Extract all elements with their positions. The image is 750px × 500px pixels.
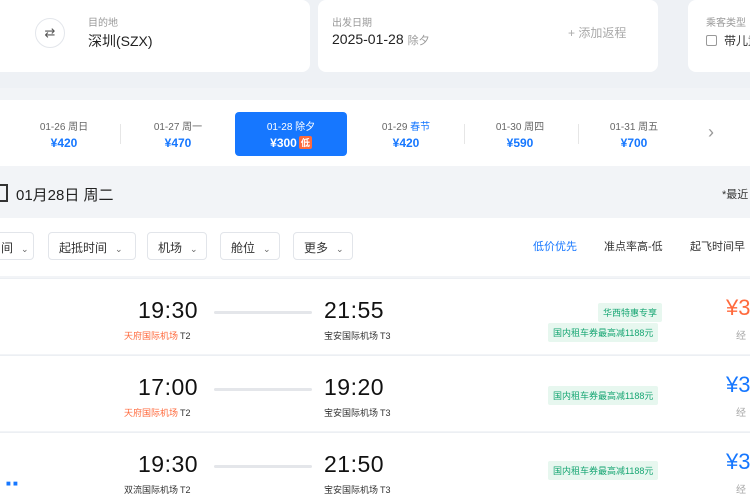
day-header: 01月28日 周二 *最近 <box>0 166 750 218</box>
promo-tag: 国内租车券最高减1188元 <box>548 323 659 342</box>
sort-lowest-price[interactable]: 低价优先 <box>533 238 577 254</box>
filter-cabin[interactable]: 舱位 ⌄ <box>220 232 280 260</box>
child-checkbox-label: 带儿童 <box>724 34 750 48</box>
flight-row[interactable]: 17:00 天府国际机场 T2 19:20 宝安国际机场 T3 国内租车券最高减11… <box>0 355 750 431</box>
departure-date-label: 出发日期 <box>332 18 372 29</box>
child-checkbox[interactable] <box>706 35 717 46</box>
promo-tag: 国内租车券最高减1188元 <box>548 461 659 480</box>
flight-price: ¥3 <box>726 295 750 320</box>
date-price: ¥420 <box>50 136 78 150</box>
date-price: ¥420 <box>392 136 420 150</box>
date-item[interactable]: 01-31 周五 ¥700 <box>578 112 690 156</box>
sort-departure-time[interactable]: 起飞时间早 <box>690 238 745 254</box>
departure-airport: 天府国际机场 T2 <box>124 408 191 418</box>
date-item[interactable]: 01-29 春节 ¥420 <box>350 112 462 156</box>
promo-tag: 国内租车券最高减1188元 <box>548 386 659 405</box>
sort-punctuality[interactable]: 准点率高-低 <box>604 238 663 254</box>
passenger-type-label: 乘客类型 <box>706 18 746 29</box>
amenity-icon: ■ ■ <box>6 479 18 488</box>
low-price-badge: 低 <box>298 136 312 149</box>
flight-price: ¥3 <box>726 372 750 397</box>
destination-label: 目的地 <box>88 18 118 29</box>
date-price: ¥470 <box>164 136 192 150</box>
cabin-class: 经 <box>736 331 746 342</box>
departure-date-field[interactable]: 出发日期 2025-01-28 除夕 + 添加返程 <box>318 0 658 72</box>
filter-bar: 间 ⌄ 起抵时间 ⌄ 机场 ⌄ 舱位 ⌄ 更多 ⌄ 低价优先 准点率高-低 起飞时间早 <box>0 218 750 276</box>
flight-row[interactable]: ■ ■ 19:30 双流国际机场 T2 21:50 宝安国际机场 T3 国内租车券最… <box>0 432 750 500</box>
destination-field[interactable]: ⇄ 目的地 深圳(SZX) <box>0 0 310 72</box>
flight-price: ¥3 <box>726 449 750 474</box>
filter-time[interactable]: 间 ⌄ <box>0 232 34 260</box>
arrival-airport: 宝安国际机场 T3 <box>324 408 391 418</box>
date-item[interactable]: 01-30 周四 ¥590 <box>464 112 576 156</box>
cabin-class: 经 <box>736 408 746 419</box>
departure-airport: 双流国际机场 T2 <box>124 485 191 495</box>
destination-value: 深圳(SZX) <box>88 33 153 49</box>
chevron-down-icon: ⌄ <box>115 244 123 254</box>
departure-airport: 天府国际机场 T2 <box>124 331 191 341</box>
date-price: ¥300 低 <box>270 136 312 150</box>
add-return-button[interactable]: + 添加返程 <box>568 24 626 41</box>
departure-time: 19:30 <box>138 451 199 477</box>
date-weekday: 除夕 <box>407 35 430 47</box>
chevron-down-icon: ⌄ <box>263 244 271 254</box>
chevron-down-icon: ⌄ <box>190 244 198 254</box>
date-price: ¥700 <box>620 136 648 150</box>
date-selector: 01-26 周日 ¥420 01-27 周一 ¥470 01-28 除夕 ¥30… <box>0 100 750 166</box>
day-title: 01月28日 周二 <box>16 187 114 204</box>
calendar-icon[interactable] <box>0 184 8 202</box>
arrival-time: 19:20 <box>324 374 385 400</box>
chevron-down-icon: ⌄ <box>336 244 344 254</box>
promo-tag: 华西特惠专享 <box>598 303 663 322</box>
date-item[interactable]: 01-27 周一 ¥470 <box>122 112 234 156</box>
departure-date-value: 2025-01-28 除夕 <box>332 31 430 47</box>
passenger-type-field: 乘客类型 带儿童 <box>688 0 750 72</box>
arrival-time: 21:55 <box>324 297 385 323</box>
swap-icon[interactable]: ⇄ <box>35 18 65 48</box>
departure-time: 17:00 <box>138 374 199 400</box>
date-price: ¥590 <box>506 136 534 150</box>
date-item-selected[interactable]: 01-28 除夕 ¥300 低 <box>235 112 347 156</box>
flight-row[interactable]: 19:30 天府国际机场 T2 21:55 宝安国际机场 T3 华西特惠专享 国内租… <box>0 278 750 354</box>
route-line <box>214 311 312 314</box>
arrival-airport: 宝安国际机场 T3 <box>324 485 391 495</box>
departure-time: 19:30 <box>138 297 199 323</box>
arrival-time: 21:50 <box>324 451 385 477</box>
arrival-airport: 宝安国际机场 T3 <box>324 331 391 341</box>
day-header-note: *最近 <box>722 189 749 201</box>
divider <box>120 124 121 144</box>
filter-more[interactable]: 更多 ⌄ <box>293 232 353 260</box>
chevron-down-icon: ⌄ <box>21 244 29 254</box>
route-line <box>214 465 312 468</box>
cabin-class: 经 <box>736 485 746 496</box>
date-item[interactable]: 01-26 周日 ¥420 <box>8 112 120 156</box>
filter-dep-arr-time[interactable]: 起抵时间 ⌄ <box>48 232 136 260</box>
route-line <box>214 388 312 391</box>
chevron-right-icon[interactable]: › <box>708 122 714 143</box>
filter-airport[interactable]: 机场 ⌄ <box>147 232 207 260</box>
search-panel: ⇄ 目的地 深圳(SZX) 出发日期 2025-01-28 除夕 + 添加返程 乘… <box>0 0 750 88</box>
